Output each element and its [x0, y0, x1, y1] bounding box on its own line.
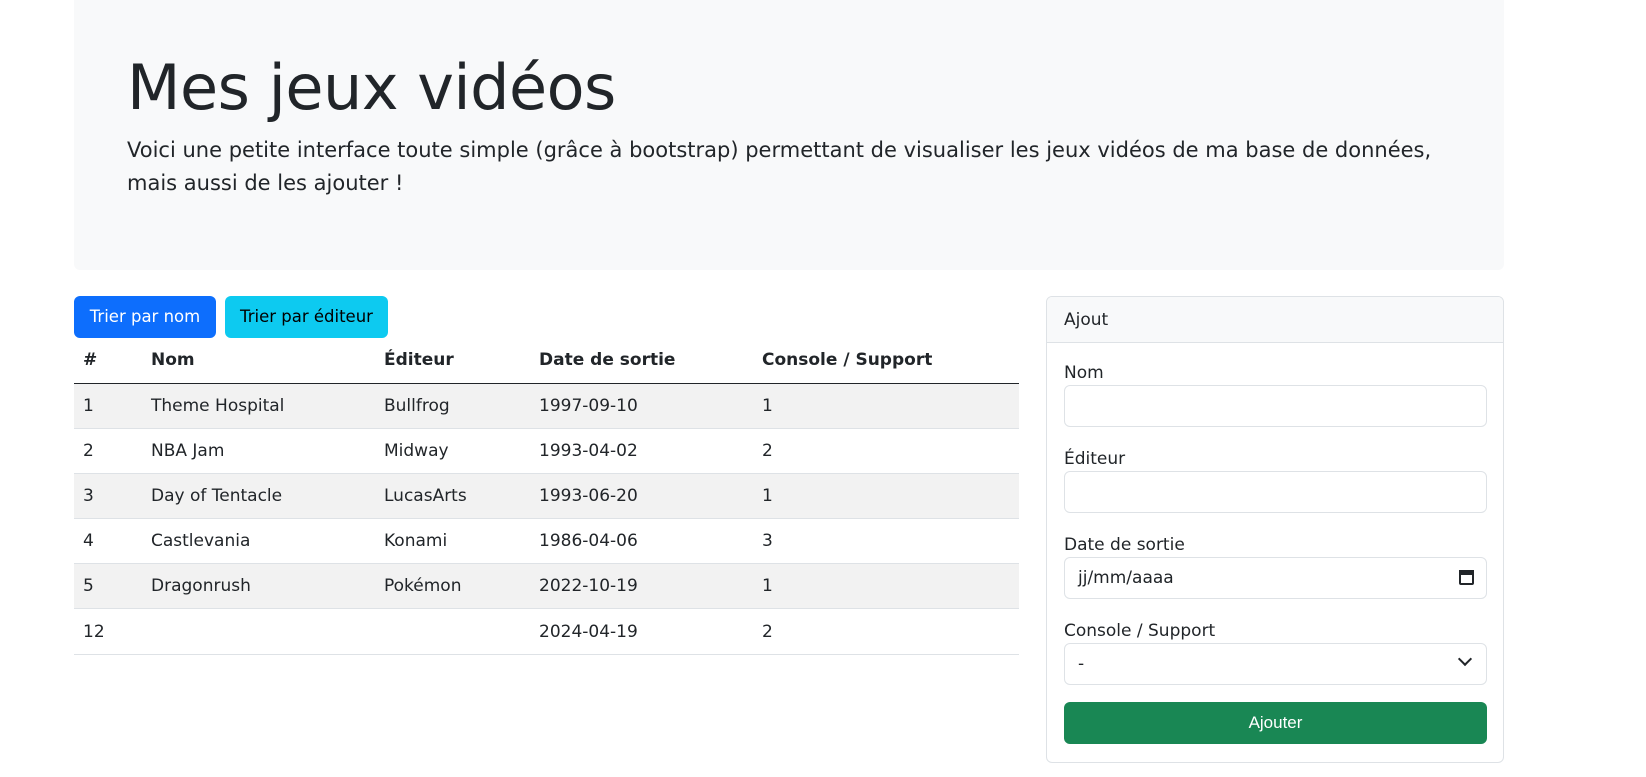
cell-nom — [142, 608, 375, 655]
card-title: Ajout — [1047, 297, 1503, 343]
cell-console: 2 — [753, 428, 1019, 474]
cell-id: 4 — [74, 518, 142, 565]
column-header-editeur[interactable]: Éditeur — [375, 338, 530, 384]
cell-nom: Theme Hospital — [142, 383, 375, 429]
sort-by-name-button[interactable]: Trier par nom — [74, 296, 216, 338]
add-button[interactable]: Ajouter — [1064, 702, 1487, 744]
table-row[interactable]: 4 Castlevania Konami 1986-04-06 3 — [74, 518, 1019, 565]
date-label: Date de sortie — [1064, 535, 1185, 555]
date-placeholder: jj/mm/aaaa — [1078, 568, 1174, 588]
cell-nom: NBA Jam — [142, 428, 375, 474]
cell-id: 12 — [74, 608, 142, 655]
cell-id: 2 — [74, 428, 142, 474]
cell-date: 2024-04-19 — [530, 608, 753, 655]
add-game-card: Ajout Nom Éditeur Date de sortie jj/mm/a… — [1046, 296, 1504, 763]
column-header-console[interactable]: Console / Support — [753, 338, 1019, 384]
cell-editeur: LucasArts — [375, 473, 530, 520]
table-row[interactable]: 5 Dragonrush Pokémon 2022-10-19 1 — [74, 563, 1019, 610]
table-row[interactable]: 3 Day of Tentacle LucasArts 1993-06-20 1 — [74, 473, 1019, 520]
editeur-field[interactable] — [1064, 471, 1487, 513]
cell-editeur: Pokémon — [375, 563, 530, 610]
games-table: # Nom Éditeur Date de sortie Console / S… — [74, 338, 1019, 655]
cell-console: 1 — [753, 563, 1019, 610]
cell-console: 3 — [753, 518, 1019, 565]
nom-field[interactable] — [1064, 385, 1487, 427]
cell-date: 1993-04-02 — [530, 428, 753, 474]
console-label: Console / Support — [1064, 621, 1216, 641]
table-header-row: # Nom Éditeur Date de sortie Console / S… — [74, 338, 1019, 384]
nom-label: Nom — [1064, 363, 1104, 383]
date-field[interactable]: jj/mm/aaaa — [1064, 557, 1487, 599]
cell-id: 1 — [74, 383, 142, 429]
cell-console: 1 — [753, 473, 1019, 520]
table-row[interactable]: 1 Theme Hospital Bullfrog 1997-09-10 1 — [74, 383, 1019, 429]
cell-console: 1 — [753, 383, 1019, 429]
cell-date: 1997-09-10 — [530, 383, 753, 429]
hero-banner: Mes jeux vidéos Voici une petite interfa… — [74, 0, 1504, 270]
cell-editeur: Bullfrog — [375, 383, 530, 429]
cell-editeur: Midway — [375, 428, 530, 474]
editeur-label: Éditeur — [1064, 449, 1126, 469]
cell-console: 2 — [753, 608, 1019, 655]
column-header-date[interactable]: Date de sortie — [530, 338, 753, 384]
cell-nom: Dragonrush — [142, 563, 375, 610]
cell-editeur — [375, 608, 530, 655]
cell-editeur: Konami — [375, 518, 530, 565]
cell-id: 5 — [74, 563, 142, 610]
column-header-nom[interactable]: Nom — [142, 338, 375, 384]
sort-by-editor-button[interactable]: Trier par éditeur — [225, 296, 388, 338]
table-row[interactable]: 2 NBA Jam Midway 1993-04-02 2 — [74, 428, 1019, 474]
cell-nom: Castlevania — [142, 518, 375, 565]
cell-date: 1993-06-20 — [530, 473, 753, 520]
calendar-icon[interactable] — [1459, 570, 1474, 585]
cell-nom: Day of Tentacle — [142, 473, 375, 520]
page-lead: Voici une petite interface toute simple … — [127, 138, 1432, 195]
cell-date: 2022-10-19 — [530, 563, 753, 610]
column-header-id[interactable]: # — [74, 338, 142, 384]
chevron-down-icon — [1457, 651, 1473, 667]
table-row[interactable]: 12 2024-04-19 2 — [74, 608, 1019, 655]
cell-date: 1986-04-06 — [530, 518, 753, 565]
page-title: Mes jeux vidéos — [127, 51, 616, 124]
cell-id: 3 — [74, 473, 142, 520]
console-selected-value: - — [1078, 654, 1085, 674]
console-select[interactable]: - — [1064, 643, 1487, 685]
